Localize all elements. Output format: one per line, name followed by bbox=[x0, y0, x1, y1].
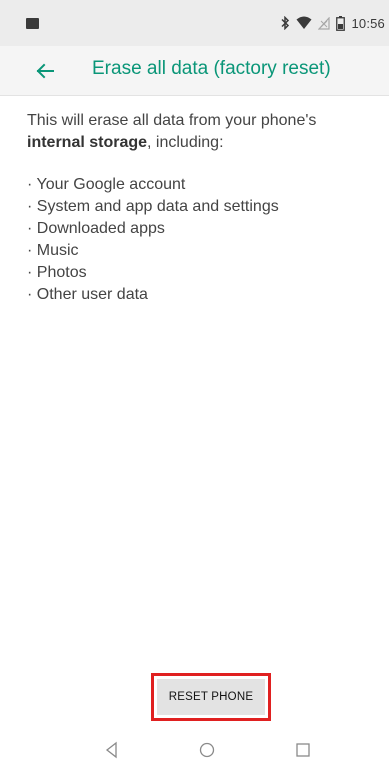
page-title: Erase all data (factory reset) bbox=[92, 58, 331, 79]
list-item: · Music bbox=[27, 242, 79, 259]
app-bar: Erase all data (factory reset) bbox=[0, 46, 389, 96]
wifi-icon bbox=[296, 16, 312, 29]
list-item: · Your Google account bbox=[27, 176, 186, 193]
recents-square-icon[interactable] bbox=[293, 740, 313, 760]
reset-phone-button[interactable]: RESET PHONE bbox=[157, 679, 265, 715]
content-area: This will erase all data from your phone… bbox=[27, 110, 381, 306]
erase-items-list: · Your Google account · System and app d… bbox=[27, 174, 381, 306]
intro-strong: internal storage bbox=[27, 134, 148, 151]
status-bar: 10:56 bbox=[0, 0, 389, 46]
intro-suffix: , including: bbox=[147, 134, 224, 151]
image-notification-icon bbox=[26, 18, 39, 29]
back-arrow-icon[interactable] bbox=[33, 59, 57, 83]
status-time: 10:56 bbox=[351, 15, 385, 31]
intro-text: This will erase all data from your phone… bbox=[27, 112, 317, 129]
list-item: · Photos bbox=[27, 264, 87, 281]
no-signal-icon bbox=[318, 16, 331, 30]
reset-highlight-box: RESET PHONE bbox=[151, 673, 271, 721]
list-item: · Other user data bbox=[27, 286, 148, 303]
battery-icon bbox=[336, 15, 346, 31]
list-item: · System and app data and settings bbox=[27, 198, 279, 215]
intro-paragraph: This will erase all data from your phone… bbox=[27, 110, 381, 154]
navigation-bar bbox=[0, 733, 389, 767]
list-item: · Downloaded apps bbox=[27, 220, 165, 237]
back-triangle-icon[interactable] bbox=[102, 740, 122, 760]
home-circle-icon[interactable] bbox=[197, 740, 217, 760]
status-icons: 10:56 bbox=[280, 13, 385, 33]
bluetooth-icon bbox=[281, 16, 290, 30]
